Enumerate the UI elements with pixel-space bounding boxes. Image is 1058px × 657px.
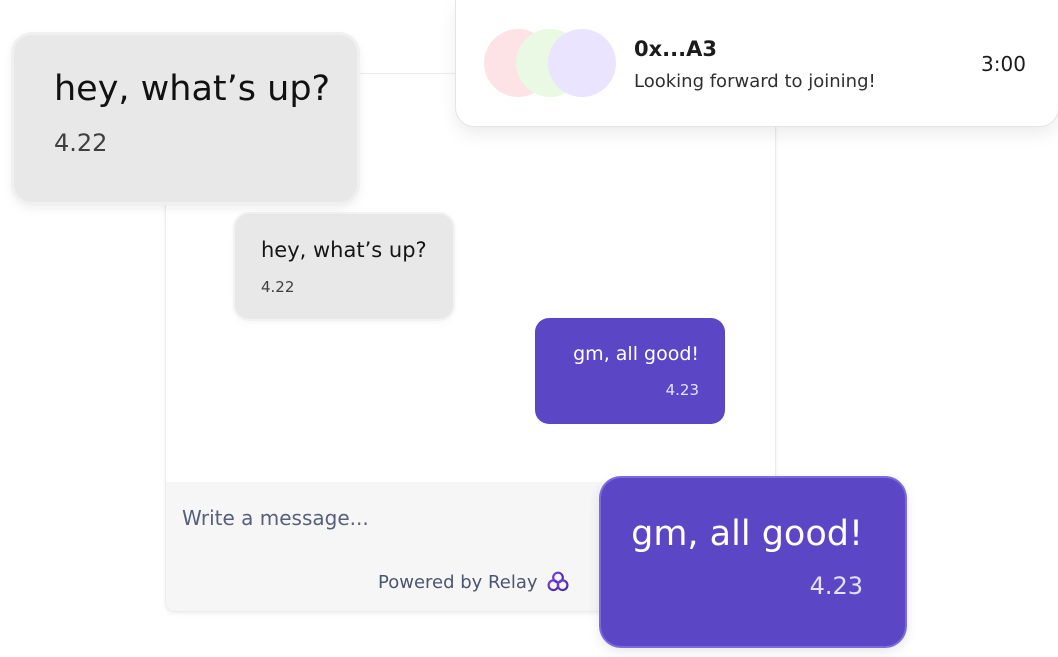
message-time: 4.23 [665,381,699,399]
relay-logo-icon [547,571,569,592]
notification-preview: Looking forward to joining! [634,71,876,92]
powered-by-label: Powered by Relay [378,571,538,593]
highlighted-outgoing-message: gm, all good! 4.23 [601,478,905,646]
highlighted-message-text: hey, what’s up? [54,69,331,109]
message-time: 4.22 [261,278,295,296]
outgoing-message-bubble: gm, all good! 4.23 [535,318,725,424]
message-input[interactable] [182,500,602,536]
powered-by-relay-link[interactable]: Powered by Relay [378,570,570,594]
incoming-message-bubble: hey, what’s up? 4.22 [235,214,453,319]
highlighted-incoming-message: hey, what’s up? 4.22 [14,35,357,202]
highlighted-message-text: gm, all good! [631,514,863,554]
notification-sender: 0x...A3 [634,37,717,61]
notification-card[interactable]: 0x...A3 Looking forward to joining! 3:00 [456,0,1058,126]
message-text: gm, all good! [573,343,699,365]
message-text: hey, what’s up? [261,238,427,262]
avatar-group [484,29,616,97]
notification-time: 3:00 [981,52,1026,76]
highlighted-message-time: 4.23 [809,572,863,600]
highlighted-message-time: 4.22 [54,129,108,157]
avatar [548,29,616,97]
